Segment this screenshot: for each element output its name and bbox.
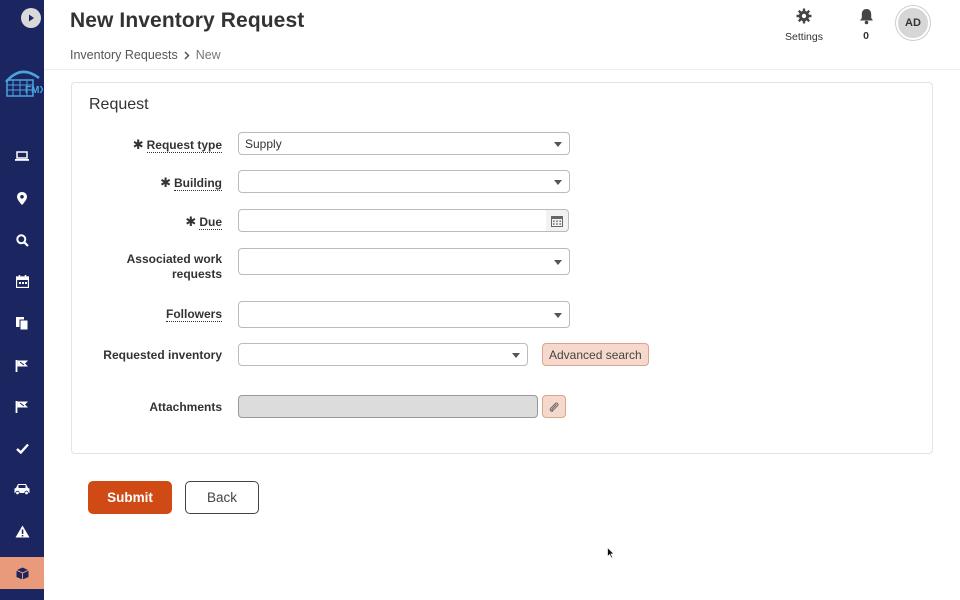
app-logo[interactable]: FMX <box>3 62 46 102</box>
bell-icon <box>859 9 873 25</box>
laptop-icon <box>15 151 29 161</box>
flag-icon <box>15 400 28 413</box>
cursor-arrow-icon <box>607 546 615 559</box>
followers-select[interactable] <box>238 301 570 328</box>
calendar-icon <box>551 215 563 227</box>
chevron-right-icon <box>184 50 190 60</box>
due-date-input[interactable] <box>238 209 547 232</box>
request-type-label: ✱ Request type <box>132 137 222 153</box>
back-button[interactable]: Back <box>185 481 259 514</box>
sidebar: FMX <box>0 0 46 600</box>
svg-text:FMX: FMX <box>25 85 43 96</box>
chevron-down-icon <box>554 180 562 185</box>
documents-icon <box>16 317 29 330</box>
avatar[interactable]: AD <box>896 6 930 40</box>
sidebar-toggle-button[interactable] <box>21 8 41 28</box>
sidebar-item-devices[interactable] <box>0 141 44 171</box>
chevron-down-icon <box>554 142 562 147</box>
advanced-search-button[interactable]: Advanced search <box>542 343 649 366</box>
requested-inventory-select[interactable] <box>238 343 528 366</box>
sidebar-item-documents[interactable] <box>0 308 44 338</box>
breadcrumb-current: New <box>195 48 221 62</box>
sidebar-item-fleet[interactable] <box>0 474 44 504</box>
warning-icon <box>15 525 29 537</box>
box-icon <box>15 567 29 579</box>
breadcrumb-parent-link[interactable]: Inventory Requests <box>70 48 178 62</box>
settings-label: Settings <box>785 31 823 43</box>
chevron-down-icon <box>554 260 562 265</box>
checkmark-icon <box>15 443 29 454</box>
request-form-card: Request ✱ Request type Supply ✱ Building ✱… <box>71 82 933 454</box>
building-label: ✱ Building <box>160 175 222 191</box>
header-divider <box>44 69 960 70</box>
sidebar-item-flags-1[interactable] <box>0 350 44 380</box>
sidebar-item-alerts[interactable] <box>0 516 44 546</box>
settings-button[interactable]: Settings <box>782 8 826 43</box>
sidebar-item-inventory[interactable] <box>0 557 44 589</box>
play-icon <box>29 14 34 22</box>
paperclip-icon <box>549 402 559 412</box>
sidebar-item-calendar[interactable] <box>0 266 44 296</box>
required-icon: ✱ <box>132 137 144 152</box>
submit-button[interactable]: Submit <box>88 481 172 514</box>
section-title: Request <box>89 96 149 113</box>
mouse-cursor <box>607 546 615 564</box>
request-type-select[interactable]: Supply <box>238 132 570 155</box>
associated-work-requests-label: Associated work requests <box>126 252 222 281</box>
attach-file-button[interactable] <box>542 395 566 418</box>
fmx-logo-icon: FMX <box>5 70 46 97</box>
request-type-value: Supply <box>245 136 282 151</box>
followers-label: Followers <box>165 307 222 322</box>
sidebar-item-search[interactable] <box>0 225 44 255</box>
attachments-field[interactable] <box>238 395 538 418</box>
calendar-icon <box>15 274 29 288</box>
breadcrumb: Inventory Requests New <box>70 48 221 62</box>
chevron-down-icon <box>554 313 562 318</box>
attachments-label: Attachments <box>149 400 222 414</box>
building-select[interactable] <box>238 170 570 193</box>
required-icon: ✱ <box>185 214 197 229</box>
associated-work-requests-select[interactable] <box>238 248 570 275</box>
flag-icon <box>15 359 28 372</box>
car-icon <box>14 484 30 495</box>
notifications-button[interactable]: 0 <box>854 8 878 42</box>
page-title: New Inventory Request <box>70 9 305 32</box>
requested-inventory-label: Requested inventory <box>103 348 222 362</box>
search-icon <box>15 233 29 247</box>
sidebar-item-tasks[interactable] <box>0 433 44 463</box>
map-pin-icon <box>17 191 27 205</box>
notifications-count: 0 <box>863 30 869 42</box>
chevron-down-icon <box>512 353 520 358</box>
date-picker-button[interactable] <box>546 209 569 232</box>
sidebar-item-locations[interactable] <box>0 183 44 213</box>
due-label: ✱ Due <box>185 214 222 230</box>
sidebar-item-flags-2[interactable] <box>0 391 44 421</box>
required-icon: ✱ <box>160 175 171 190</box>
gear-icon <box>796 8 812 24</box>
